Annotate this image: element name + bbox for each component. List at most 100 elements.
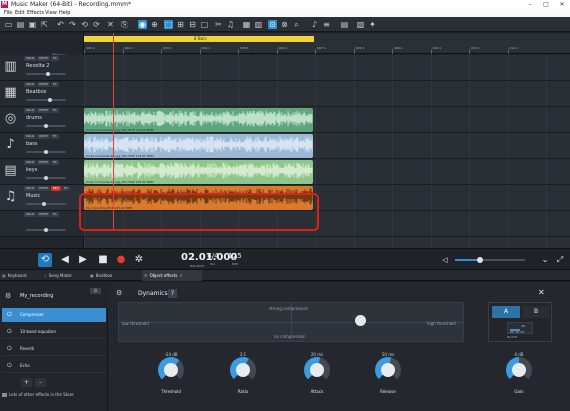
audio-object[interactable]: Kinky Compress.K_ogg_001.HDP 125.00 BPM	[84, 160, 313, 184]
glue-icon[interactable]: ⊟	[188, 20, 197, 29]
power-icon[interactable]: ⏻	[7, 359, 12, 373]
stop-icon[interactable]: ■	[96, 253, 110, 267]
knob-threshold[interactable]: -24 dB Threshold	[155, 352, 187, 398]
draw-mode-icon[interactable]: ⊕	[150, 20, 159, 29]
track-fx-button[interactable]: FX	[50, 160, 59, 165]
track-solo-button[interactable]: SOLO	[24, 212, 37, 217]
tempo-display[interactable]: 125	[225, 252, 245, 260]
snap-icon[interactable]: ⊙	[268, 20, 277, 29]
knob-gain[interactable]: 0 dB Gain	[503, 352, 535, 398]
track-mute-button[interactable]: MUTE	[37, 56, 50, 61]
export-icon[interactable]: ⇱	[40, 20, 49, 29]
keyboard-icon[interactable]: ♪	[310, 20, 319, 29]
range-icon[interactable]: ▢	[200, 20, 209, 29]
knob-cap[interactable]	[381, 363, 395, 377]
track-volume-knob[interactable]	[44, 124, 48, 128]
menu-view[interactable]: View	[45, 9, 57, 17]
knob-cap[interactable]	[164, 363, 178, 377]
redo-history-icon[interactable]: ⟳	[92, 20, 101, 29]
track-fx-button[interactable]: FX	[50, 134, 59, 139]
track-mute-button[interactable]: MUTE	[37, 212, 50, 217]
track-header[interactable]: ◎ SOLO MUTE FX drums	[0, 107, 84, 133]
power-icon[interactable]: ⏻	[7, 342, 12, 356]
expand-icon[interactable]: ⤢	[553, 253, 567, 267]
delete-icon[interactable]: ✕	[106, 20, 115, 29]
track-mute-button[interactable]: MUTE	[37, 186, 50, 191]
menu-file[interactable]: File	[4, 9, 12, 17]
layout-icon[interactable]: ▤	[340, 20, 349, 29]
undo-history-icon[interactable]: ⟲	[80, 20, 89, 29]
gear-icon[interactable]: ⚙	[5, 292, 11, 300]
mixer-icon[interactable]: ≡	[322, 20, 331, 29]
tab-keyboard[interactable]: ▦ Keyboard	[0, 270, 40, 281]
time-signature[interactable]: 4/4	[203, 252, 223, 260]
track-volume-knob[interactable]	[42, 202, 47, 206]
save-icon[interactable]: ▣	[28, 20, 37, 29]
volume-knob[interactable]	[476, 257, 483, 263]
knob-ring[interactable]	[304, 357, 330, 383]
knob-cap[interactable]	[512, 363, 526, 377]
track-volume-knob[interactable]	[45, 72, 50, 76]
remove-effect-button[interactable]: –	[35, 378, 46, 387]
track-volume-knob[interactable]	[44, 150, 48, 154]
knob-ring[interactable]	[506, 357, 532, 383]
piano-icon[interactable]: ♫	[226, 20, 235, 29]
track-mute-button[interactable]: MUTE	[37, 134, 50, 139]
knob-cap[interactable]	[236, 363, 250, 377]
speaker-icon[interactable]: ◁	[438, 253, 452, 267]
loop-range[interactable]: 8 Bars	[84, 36, 314, 42]
track-volume-slider[interactable]	[26, 202, 66, 206]
timeline-ruler[interactable]: 8 Bars 001:1 002:1 003:1 004:1 005:1 006:1 007…	[84, 33, 570, 54]
metronome-icon[interactable]: ▦	[242, 20, 251, 29]
power-toggle[interactable]: ⏻	[90, 288, 101, 294]
track-volume-knob[interactable]	[44, 228, 48, 232]
track-fx-button[interactable]: FX	[50, 212, 59, 217]
tab-object-effects[interactable]: ⚙ Object effects ✕	[142, 270, 202, 281]
new-icon[interactable]: ▭	[4, 20, 13, 29]
track-solo-button[interactable]: SOLO	[24, 186, 37, 191]
track-solo-button[interactable]: SOLO	[24, 82, 37, 87]
track-fx-button[interactable]: FX	[61, 186, 70, 191]
loop-toggle-icon[interactable]: ⟲	[38, 253, 52, 267]
master-volume-slider[interactable]	[455, 257, 525, 263]
audio-object[interactable]: Kinky Compress.S_ogg_001.HDP 125.00 BPM	[84, 108, 313, 132]
settings-icon[interactable]: ✲	[132, 253, 146, 267]
track-rec-button[interactable]: REC	[50, 186, 61, 191]
track-fx-button[interactable]: FX	[50, 108, 59, 113]
instruments-icon[interactable]: ▧	[356, 20, 365, 29]
compression-xy-pad[interactable]: strong compression no compression low th…	[118, 302, 464, 342]
knob-ring[interactable]	[230, 357, 256, 383]
track-mute-button[interactable]: MUTE	[37, 108, 50, 113]
audio-object[interactable]: Kinky Compress.B_ogg_001.HDP 125.00 BPM	[84, 134, 313, 158]
preset-b-button[interactable]: B	[522, 306, 550, 318]
xy-handle[interactable]	[354, 315, 366, 327]
effect-slot[interactable]: ⏻ Reverb	[2, 342, 106, 356]
tab-beatbox[interactable]: ▣ Beatbox	[88, 270, 128, 281]
track-volume-slider[interactable]	[26, 176, 66, 180]
track-volume-knob[interactable]	[44, 176, 48, 180]
menu-edit[interactable]: Edit	[15, 9, 25, 17]
zoom-icon[interactable]: ⌕	[292, 20, 301, 29]
power-icon[interactable]: ⏻	[7, 325, 12, 339]
effect-slot[interactable]: ⏻ Compressor	[2, 308, 106, 322]
menu-effects[interactable]: Effects	[27, 9, 44, 17]
effect-slot[interactable]: ⏻ 10-band equalizer	[2, 325, 106, 339]
track-fx-button[interactable]: FX	[50, 82, 59, 87]
track-solo-button[interactable]: SOLO	[24, 56, 37, 61]
tab-song-maker[interactable]: ♪ Song Maker	[42, 270, 86, 281]
track-volume-slider[interactable]	[26, 150, 66, 154]
knob-ratio[interactable]: 3:1 Ratio	[227, 352, 259, 398]
power-icon[interactable]: ⏻	[7, 308, 12, 322]
store-link[interactable]: Lots of other effects in the Store	[2, 392, 74, 397]
track-header[interactable]: ▥ SOLO MUTE FX Revolta 2	[0, 55, 84, 81]
effects-icon[interactable]: ✦	[368, 20, 377, 29]
add-effect-button[interactable]: +	[21, 378, 32, 387]
close-tab-icon[interactable]: ✕	[179, 273, 182, 278]
track-volume-slider[interactable]	[26, 98, 66, 102]
track-volume-slider[interactable]	[26, 228, 66, 232]
redo-icon[interactable]: ↷	[68, 20, 77, 29]
minimize-button[interactable]: –	[522, 0, 538, 9]
track-solo-button[interactable]: SOLO	[24, 160, 37, 165]
knob-release[interactable]: 50 ms Release	[372, 352, 404, 398]
close-window-button[interactable]: ✕	[554, 0, 570, 9]
